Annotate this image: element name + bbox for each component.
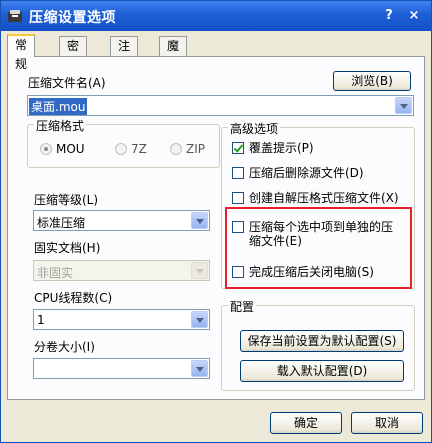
tab-general[interactable]: 常规 <box>7 34 36 71</box>
browse-button[interactable]: 浏览(B) <box>333 71 411 91</box>
tab-password[interactable]: 密码 <box>59 36 88 72</box>
save-default-config-button[interactable]: 保存当前设置为默认配置(S) <box>240 330 404 352</box>
radio-format-mou[interactable]: MOU <box>40 142 85 156</box>
radio-label: ZIP <box>186 142 205 156</box>
tab-magic-page[interactable]: 魔页 <box>159 36 188 72</box>
checkbox-checked-icon <box>232 142 244 154</box>
level-value: 标准压缩 <box>37 216 86 230</box>
checkbox-overwrite-prompt[interactable]: 覆盖提示(P) <box>232 141 407 157</box>
threads-select[interactable]: 1 <box>33 309 210 330</box>
archive-name-field[interactable]: 桌面.mou <box>27 95 414 116</box>
checkbox-label: 压缩后删除源文件(D) <box>249 166 364 180</box>
chevron-down-icon[interactable] <box>191 360 208 377</box>
chevron-down-icon[interactable] <box>191 311 208 328</box>
tab-panel-general: 压缩文件名(A) 浏览(B) 桌面.mou 压缩格式 MOU 7Z ZIP 压缩… <box>7 56 425 400</box>
settings-dialog: 压缩设置选项 ? × 常规 密码 注释 魔页 压缩文件名(A) 浏览(B) 桌面… <box>0 0 432 443</box>
chevron-down-icon[interactable] <box>191 212 208 229</box>
checkbox-icon <box>232 167 244 179</box>
title-bar: 压缩设置选项 ? × <box>1 1 431 31</box>
ok-button[interactable]: 确定 <box>270 412 342 434</box>
checkbox-label: 创建自解压格式压缩文件(X) <box>249 191 399 205</box>
level-select[interactable]: 标准压缩 <box>33 210 210 231</box>
app-icon <box>8 10 22 22</box>
highlight-box <box>225 207 412 289</box>
level-label: 压缩等级(L) <box>34 193 99 207</box>
format-group: 压缩格式 MOU 7Z ZIP <box>27 117 220 168</box>
archive-name-value: 桌面.mou <box>29 98 88 115</box>
format-group-title: 压缩格式 <box>34 117 87 134</box>
radio-format-zip[interactable]: ZIP <box>170 142 205 156</box>
radio-label: 7Z <box>131 142 147 156</box>
help-button[interactable]: ? <box>380 7 398 25</box>
window-title: 压缩设置选项 <box>29 10 116 26</box>
solid-value: 非固实 <box>37 266 74 280</box>
cancel-button[interactable]: 取消 <box>351 412 423 434</box>
radio-format-7z[interactable]: 7Z <box>115 142 147 156</box>
close-button[interactable]: × <box>405 7 423 25</box>
solid-select: 非固实 <box>33 260 210 281</box>
config-group-title: 配置 <box>228 298 257 315</box>
radio-dot-icon <box>40 143 52 155</box>
load-default-config-button[interactable]: 载入默认配置(D) <box>240 360 404 382</box>
volume-label: 分卷大小(I) <box>34 340 95 354</box>
radio-dot-icon <box>170 143 182 155</box>
solid-label: 固实文档(H) <box>34 241 101 255</box>
advanced-group-title: 高级选项 <box>228 120 281 137</box>
checkbox-icon <box>232 192 244 204</box>
checkbox-label: 覆盖提示(P) <box>249 141 314 155</box>
radio-dot-icon <box>115 143 127 155</box>
config-group: 配置 保存当前设置为默认配置(S) 载入默认配置(D) <box>221 298 415 391</box>
checkbox-delete-source[interactable]: 压缩后删除源文件(D) <box>232 166 407 182</box>
chevron-down-icon[interactable] <box>395 97 412 114</box>
volume-select[interactable] <box>33 358 210 379</box>
tab-comment[interactable]: 注释 <box>110 36 139 72</box>
archive-name-label: 压缩文件名(A) <box>28 76 106 90</box>
threads-label: CPU线程数(C) <box>34 291 113 305</box>
checkbox-self-extracting[interactable]: 创建自解压格式压缩文件(X) <box>232 191 407 207</box>
threads-value: 1 <box>37 313 45 327</box>
chevron-down-icon <box>191 262 208 279</box>
radio-label: MOU <box>56 142 85 156</box>
